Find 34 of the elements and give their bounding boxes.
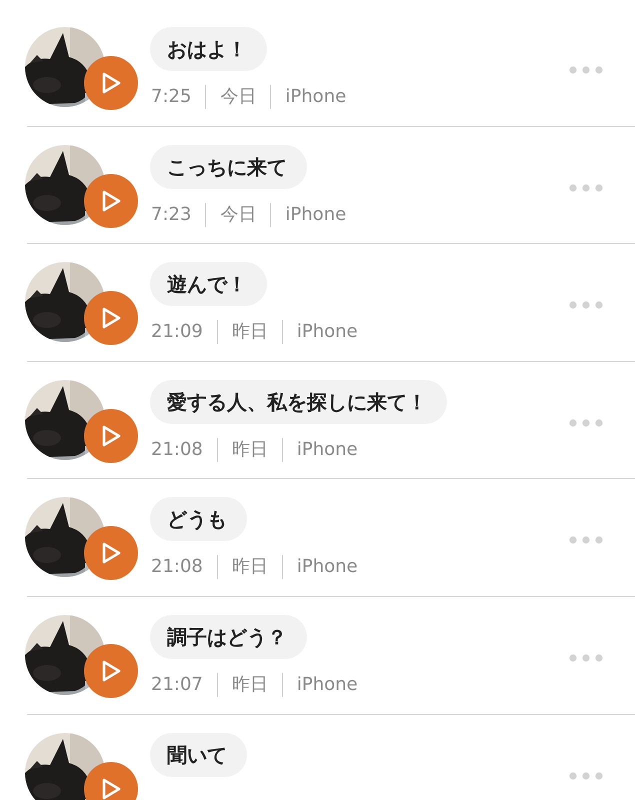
play-icon <box>101 72 121 94</box>
time-text: 7:23 <box>151 202 192 227</box>
day-text: 今日 <box>220 202 256 227</box>
play-icon <box>101 190 121 212</box>
day-text: 昨日 <box>232 672 268 697</box>
play-icon <box>101 424 121 447</box>
day-text: 昨日 <box>232 555 268 580</box>
play-icon <box>101 542 121 564</box>
play-button[interactable] <box>84 762 138 800</box>
device-text: iPhone <box>285 85 346 109</box>
play-button[interactable] <box>84 56 138 110</box>
day-text: 昨日 <box>232 438 268 462</box>
time-text: 7:25 <box>151 85 192 109</box>
device-text: iPhone <box>296 555 358 580</box>
message-bubble: どうも <box>150 497 247 542</box>
message-bubble: こっちに来て <box>150 144 307 189</box>
message-bubble: 遊んで！ <box>150 262 267 306</box>
time-text: 21:08 <box>151 438 203 462</box>
message-bubble: 調子はどう？ <box>150 614 307 659</box>
device-text: iPhone <box>296 672 358 697</box>
device-text: iPhone <box>285 202 346 227</box>
day-text: 昨日 <box>232 320 268 344</box>
device-text: iPhone <box>296 320 358 344</box>
day-text: 今日 <box>220 85 256 109</box>
time-text: 21:07 <box>151 672 203 697</box>
time-text: 21:08 <box>151 555 203 580</box>
play-icon <box>101 778 121 800</box>
message-bubble: おはよ！ <box>150 27 267 71</box>
play-icon <box>101 307 121 330</box>
message-bubble: 愛する人、私を探しに来て！ <box>150 380 447 424</box>
time-text: 21:09 <box>151 320 203 344</box>
message-bubble: 聞いて <box>150 732 247 777</box>
device-text: iPhone <box>296 438 358 462</box>
play-icon <box>101 660 121 682</box>
